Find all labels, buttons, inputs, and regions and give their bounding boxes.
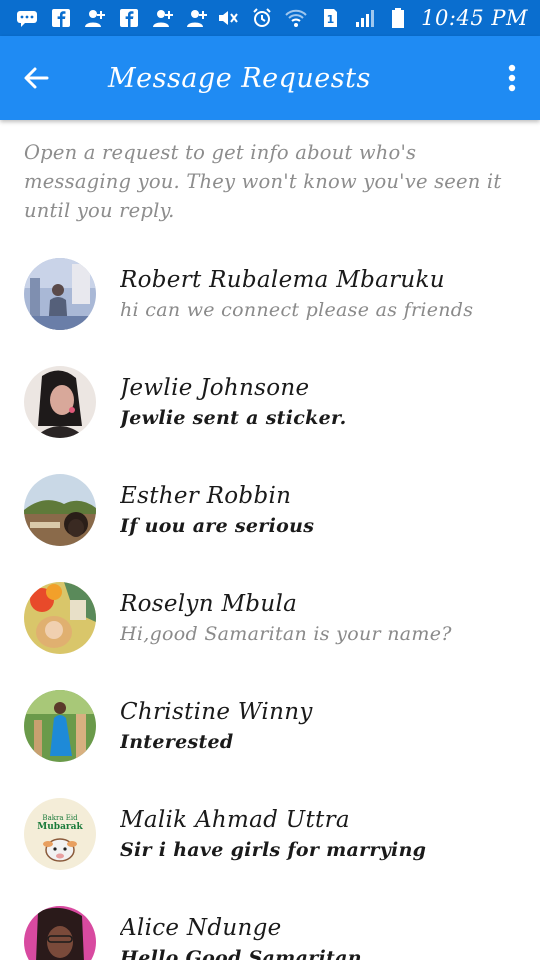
request-preview: Interested: [120, 731, 234, 753]
notification-icons: [16, 8, 208, 28]
avatar: [24, 906, 96, 960]
avatar: [24, 258, 96, 330]
wifi-icon: [285, 8, 307, 28]
mute-icon: [217, 8, 239, 28]
request-name: Malik Ahmad Uttra: [120, 807, 350, 833]
status-bar: 1 10:45 PM: [0, 0, 540, 36]
back-arrow-icon: [24, 67, 49, 89]
status-time: 10:45 PM: [421, 6, 528, 30]
sim-icon: 1: [319, 8, 341, 28]
avatar: [24, 582, 96, 654]
request-item[interactable]: Bakra Eid Mubarak Malik Ahmad Uttra Sir i…: [0, 780, 540, 888]
signal-icon: [353, 8, 375, 28]
avatar: [24, 690, 96, 762]
request-name: Esther Robbin: [120, 483, 292, 509]
request-item[interactable]: Christine Winny Interested: [0, 672, 540, 780]
svg-text:Mubarak: Mubarak: [37, 822, 83, 832]
request-name: Robert Rubalema Mbaruku: [120, 267, 445, 293]
svg-text:Bakra Eid: Bakra Eid: [42, 814, 78, 822]
svg-text:1: 1: [327, 13, 335, 26]
request-preview: hi can we connect please as friends: [120, 299, 474, 321]
add-friend-icon: [84, 8, 106, 28]
request-item[interactable]: Jewlie Johnsone Jewlie sent a sticker.: [0, 348, 540, 456]
request-preview: If uou are serious: [120, 515, 315, 537]
request-item[interactable]: Robert Rubalema Mbaruku hi can we connec…: [0, 240, 540, 348]
avatar: [24, 366, 96, 438]
request-name: Christine Winny: [120, 699, 313, 725]
request-name: Roselyn Mbula: [120, 591, 298, 617]
battery-icon: [387, 8, 409, 28]
request-name: Alice Ndunge: [120, 915, 282, 941]
avatar: [24, 474, 96, 546]
request-preview: Sir i have girls for marrying: [120, 839, 427, 861]
request-item[interactable]: Alice Ndunge Hello Good Samaritan: [0, 888, 540, 960]
avatar: Bakra Eid Mubarak: [24, 798, 96, 870]
chat-bubble-icon: [16, 8, 38, 28]
requests-description: Open a request to get info about who's m…: [24, 141, 502, 222]
alarm-icon: [251, 8, 273, 28]
system-icons: 1 10:45 PM: [217, 6, 528, 30]
app-bar: Message Requests: [0, 36, 540, 120]
request-preview: Hello Good Samaritan: [120, 947, 362, 960]
request-list: Robert Rubalema Mbaruku hi can we connec…: [0, 240, 540, 960]
add-friend-icon: [152, 8, 174, 28]
back-button[interactable]: [0, 36, 72, 120]
more-vert-icon: [508, 64, 516, 92]
page-title: Message Requests: [108, 62, 371, 94]
facebook-icon: [118, 8, 140, 28]
more-options-button[interactable]: [484, 36, 540, 120]
request-preview: Jewlie sent a sticker.: [120, 407, 347, 429]
request-item[interactable]: Roselyn Mbula Hi,good Samaritan is your …: [0, 564, 540, 672]
request-item[interactable]: Esther Robbin If uou are serious: [0, 456, 540, 564]
facebook-icon: [50, 8, 72, 28]
add-friend-icon: [186, 8, 208, 28]
request-preview: Hi,good Samaritan is your name?: [120, 623, 452, 645]
request-name: Jewlie Johnsone: [120, 375, 310, 401]
